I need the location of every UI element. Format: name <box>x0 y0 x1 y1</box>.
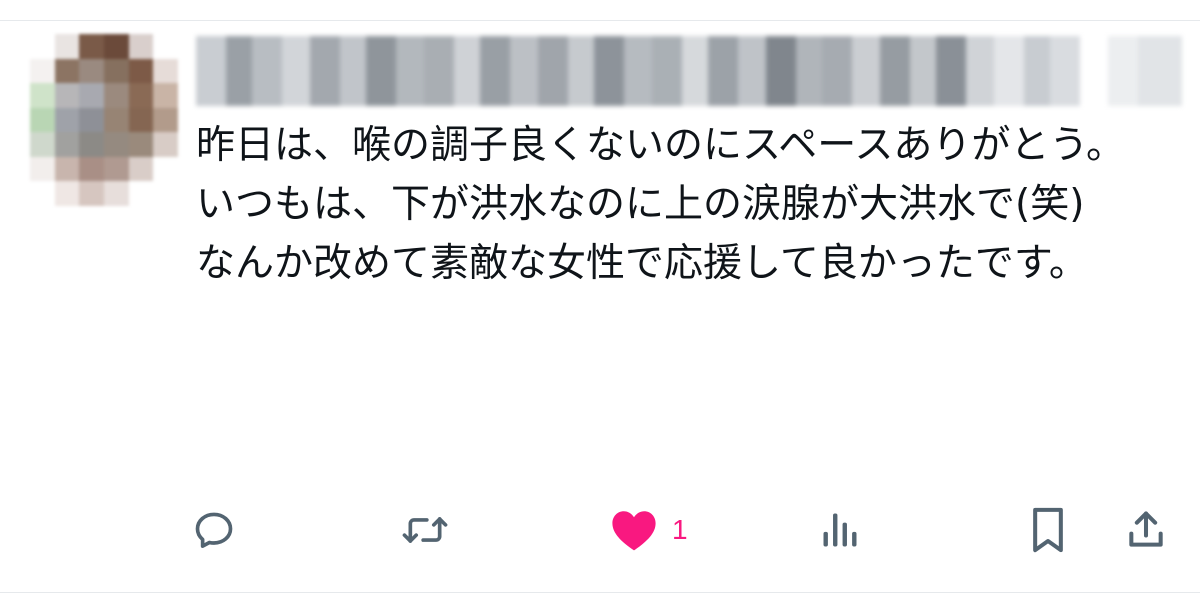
reply-icon <box>195 512 233 548</box>
bottom-divider <box>0 592 1200 593</box>
like-count: 1 <box>672 514 688 545</box>
tweet-card: 昨日は、喉の調子良くないのにスペースありがとう。 いつもは、下が洪水なのに上の涙… <box>0 0 1200 598</box>
heart-filled-icon <box>612 511 656 551</box>
share-button[interactable] <box>1124 506 1168 554</box>
views-button[interactable] <box>818 506 862 554</box>
avatar[interactable] <box>30 34 178 206</box>
action-bar: 1 <box>0 500 1200 560</box>
tweet-text: 昨日は、喉の調子良くないのにスペースありがとう。 いつもは、下が洪水なのに上の涙… <box>196 123 1125 286</box>
bookmark-button[interactable] <box>1026 506 1070 554</box>
like-button[interactable]: 1 <box>610 506 688 554</box>
top-divider <box>0 20 1200 21</box>
reply-button[interactable] <box>192 506 236 554</box>
bookmark-icon <box>1033 507 1063 553</box>
share-icon <box>1129 511 1163 547</box>
username-redacted[interactable] <box>196 36 1182 106</box>
retweet-icon <box>402 517 448 543</box>
views-icon <box>823 513 857 547</box>
retweet-button[interactable] <box>400 506 450 554</box>
